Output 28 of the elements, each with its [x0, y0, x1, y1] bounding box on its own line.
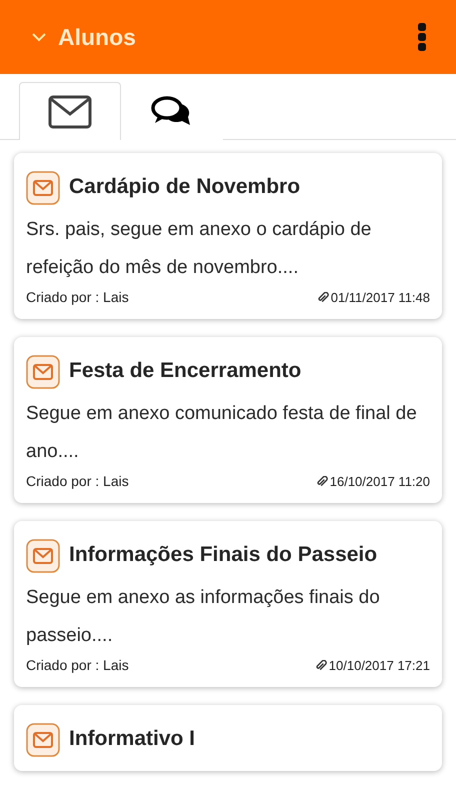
paperclip-icon — [318, 292, 329, 302]
message-preview: Segue em anexo as informações finais do passeio.... — [26, 586, 381, 648]
envelope-icon — [26, 723, 60, 757]
paperclip-icon — [316, 660, 327, 670]
envelope-icon — [26, 355, 60, 389]
envelope-icon — [26, 171, 60, 205]
message-card[interactable]: Cardápio de Novembro Srs. pais, segue em anexo o cardápio de refeição do mês de novembro.... Criado por : Lais 01/11/2017 11:48 — [14, 153, 442, 319]
tab[interactable] — [19, 82, 121, 140]
envelope-icon — [26, 539, 60, 573]
message-card[interactable]: Informativo I — [14, 705, 442, 771]
author-label: Criado por : Lais — [26, 289, 129, 305]
message-preview: Segue em anexo comunicado festa de final de ano.... — [26, 402, 418, 464]
message-title: Festa de Encerramento — [69, 358, 302, 384]
message-title: Informativo I — [69, 726, 196, 752]
page-title: Alunos — [58, 24, 137, 50]
message-date: 10/10/2017 17:21 — [328, 658, 430, 672]
message-title: Cardápio de Novembro — [69, 174, 300, 200]
message-preview: Srs. pais, segue em anexo o cardápio de refeição do mês de novembro.... — [26, 218, 372, 280]
message-title: Informações Finais do Passeio — [69, 542, 378, 568]
envelope-icon — [48, 94, 92, 128]
more-options-icon[interactable] — [418, 23, 426, 51]
message-card[interactable]: Festa de Encerramento Segue em anexo comunicado festa de final de ano.... Criado por : Lais 16/10/2017 11:20 — [14, 337, 442, 503]
message-card[interactable]: Informações Finais do Passeio Segue em anexo as informações finais do passeio.... Criado por : Lais 10/10/2017 17:21 — [14, 521, 442, 687]
author-label: Criado por : Lais — [26, 473, 129, 489]
message-date: 01/11/2017 11:48 — [330, 290, 430, 304]
message-date: 16/10/2017 11:20 — [330, 474, 430, 488]
paperclip-icon — [316, 476, 328, 486]
author-label: Criado por : Lais — [26, 657, 129, 673]
